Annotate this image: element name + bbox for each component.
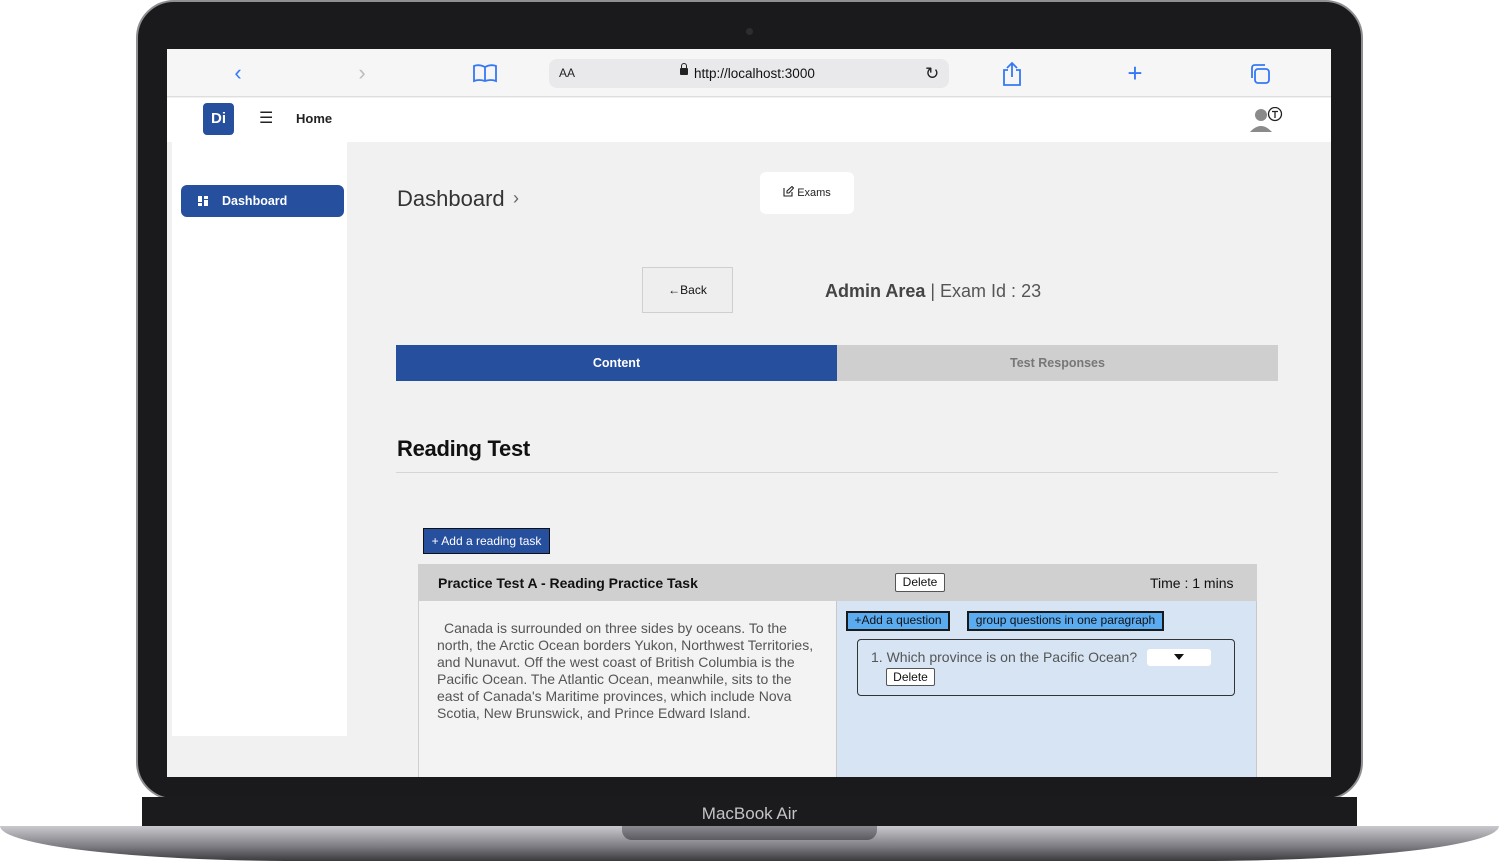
sidebar [172,142,347,736]
reading-passage: Canada is surrounded on three sides by o… [437,620,814,721]
share-icon[interactable] [1001,61,1023,87]
tab-test-responses[interactable]: Test Responses [837,345,1278,381]
text-size-button[interactable]: AA [559,59,575,88]
add-question-button[interactable]: +Add a question [846,611,950,631]
laptop-notch [622,826,877,840]
app-header [167,98,1331,142]
edit-icon [783,185,795,197]
answer-select[interactable] [1147,649,1211,666]
question-text: 1. Which province is on the Pacific Ocea… [871,649,1138,665]
add-reading-task-button[interactable]: + Add a reading task [423,528,550,554]
url-text[interactable]: http://localhost:3000 [694,59,815,88]
arrow-left-icon: ← [668,283,681,297]
delete-question-button[interactable]: Delete [886,668,935,686]
task-title: Practice Test A - Reading Practice Task [438,575,698,591]
plus-icon[interactable]: + [1117,49,1153,97]
screen: ‹ › AA http://localhost:3000 ↻ + Di ☰ Ho… [167,49,1331,777]
sidebar-item-label: Dashboard [222,194,288,208]
page-title: Dashboard [397,186,505,211]
dashboard-grid-icon [198,196,208,206]
browser-toolbar: ‹ › AA http://localhost:3000 ↻ + [167,49,1331,97]
reload-icon[interactable]: ↻ [925,59,939,88]
menu-icon[interactable]: ☰ [259,107,273,131]
chevron-right-icon: › [513,188,519,208]
admin-header: Admin Area | Exam Id : 23 [825,281,1041,302]
back-button-label: Back [680,283,707,297]
group-questions-button[interactable]: group questions in one paragraph [967,611,1164,631]
home-link[interactable]: Home [296,111,332,126]
lock-icon [680,63,688,75]
app-logo[interactable]: Di [203,103,234,135]
admin-area-label: Admin Area [825,281,926,301]
chevron-left-icon[interactable]: ‹ [220,49,256,97]
user-avatar-icon[interactable] [1249,106,1283,133]
tabs-icon[interactable] [1249,63,1271,85]
chevron-right-icon[interactable]: › [344,49,380,97]
delete-task-button[interactable]: Delete [895,573,945,592]
back-button[interactable]: ←Back [642,267,733,313]
book-icon[interactable] [472,62,498,84]
section-title: Reading Test [397,436,530,461]
exam-id-label: | Exam Id : 23 [925,281,1042,301]
camera [746,28,753,35]
tab-content[interactable]: Content [396,345,837,381]
exams-button-label: Exams [797,187,831,199]
exams-button[interactable]: Exams [760,172,854,214]
device-brand: MacBook Air [701,804,798,823]
task-time: Time : 1 mins [1150,575,1234,591]
sidebar-item-dashboard[interactable]: Dashboard [181,185,344,217]
divider [396,472,1278,473]
